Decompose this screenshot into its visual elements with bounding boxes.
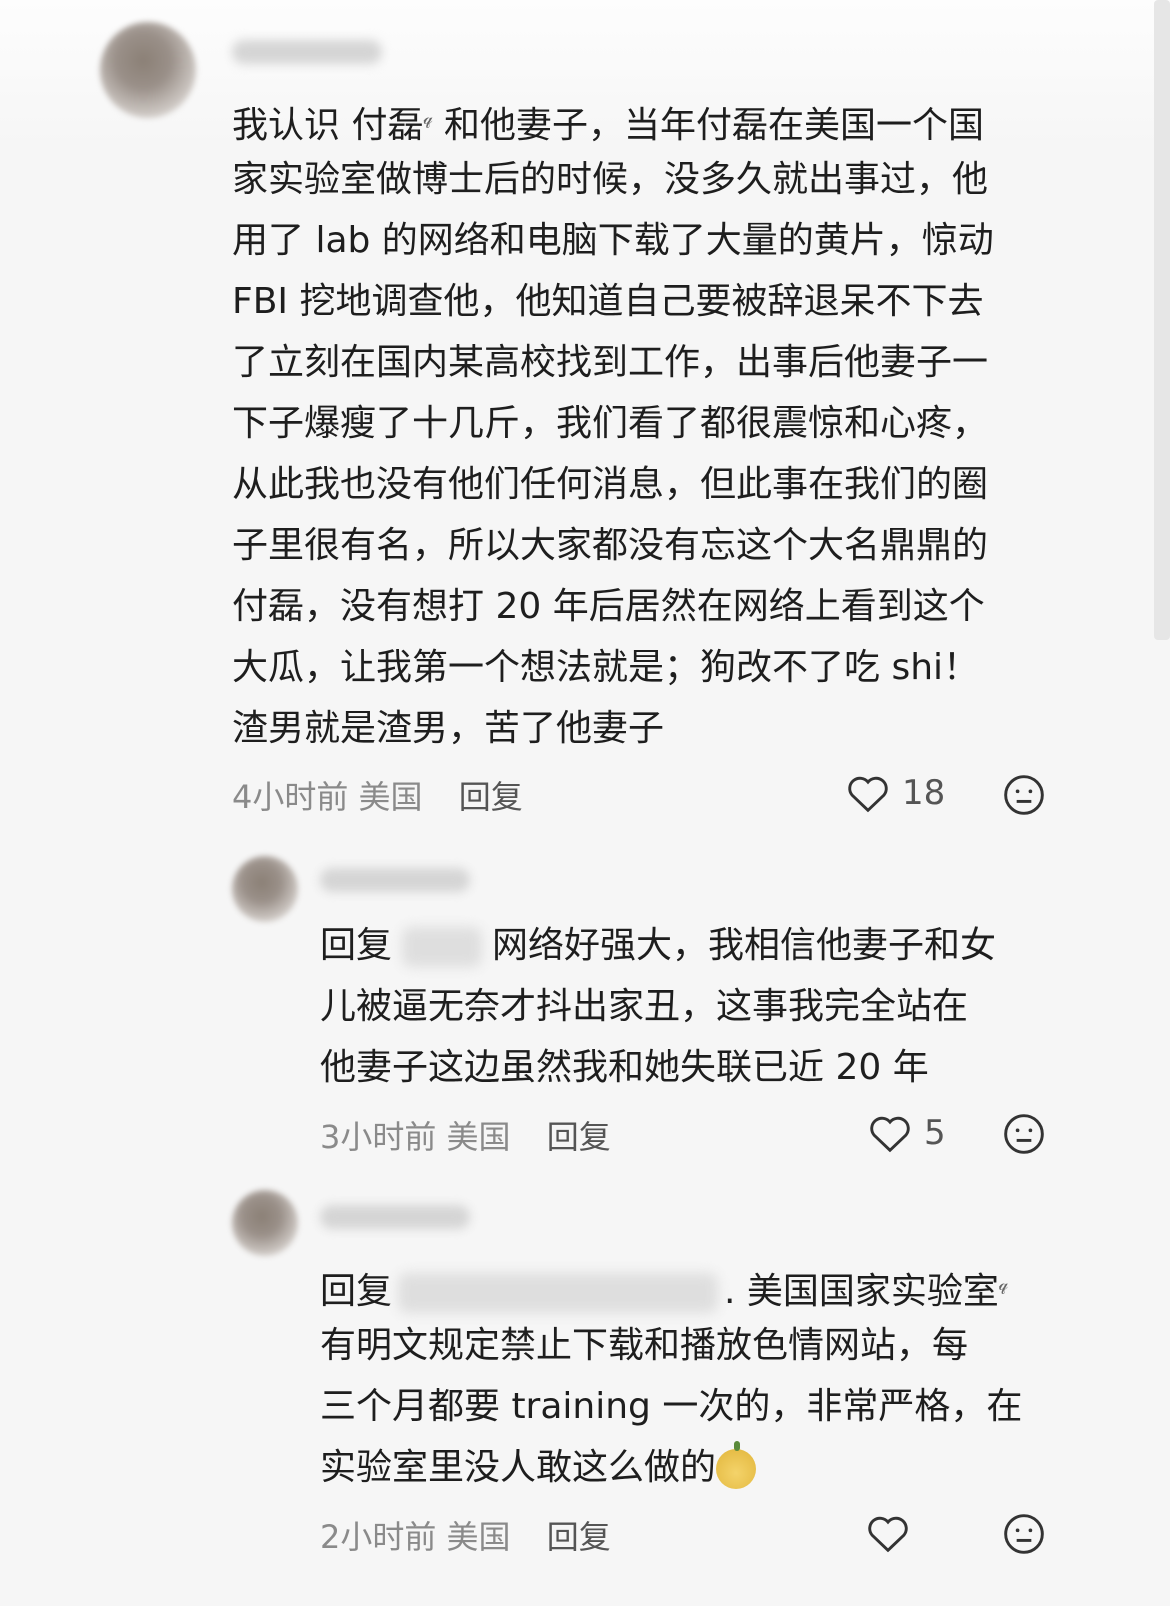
scrollbar[interactable] — [1154, 0, 1170, 640]
comment-line: 下子爆瘦了十几斤，我们看了都很震惊和心疼， — [232, 403, 989, 444]
comment-body: 我认识 付磊𝓆 和他妻子，当年付磊在美国一个国 家实验室做博士后的时候，没多久就… — [232, 88, 994, 759]
like-button[interactable] — [866, 1513, 922, 1553]
meh-face-icon[interactable] — [1002, 773, 1046, 817]
comment-meta: 3小时前 美国 回复 — [320, 1112, 611, 1158]
like-count: 5 — [924, 1113, 946, 1153]
comment-line: 付磊，没有想打 20 年后居然在网络上看到这个 — [232, 586, 985, 627]
comment-line: FBI 挖地调查他，他知道自己要被辞退呆不下去 — [232, 281, 984, 322]
like-button[interactable]: 18 — [846, 773, 945, 813]
mention-blur[interactable] — [402, 927, 483, 967]
avatar[interactable] — [100, 22, 196, 118]
heart-icon — [848, 776, 888, 813]
region: 美国 — [446, 1518, 511, 1556]
comment-line: 三个月都要 training 一次的，非常严格，在 — [320, 1386, 1023, 1427]
username[interactable] — [232, 40, 382, 64]
comment-line: 儿被逼无奈才抖出家丑，这事我完全站在 — [320, 986, 969, 1027]
avatar[interactable] — [232, 856, 298, 922]
comment-line: 家实验室做博士后的时候，没多久就出事过，他 — [232, 159, 989, 200]
avatar[interactable] — [232, 1190, 298, 1256]
comment-meta: 4小时前 美国 回复 — [232, 772, 523, 818]
comment-line: 了立刻在国内某高校找到工作，出事后他妻子一 — [232, 342, 989, 383]
heart-icon — [868, 1516, 908, 1553]
comment-line: 我认识 付磊𝓆 和他妻子，当年付磊在美国一个国 — [232, 105, 985, 146]
reply-button[interactable]: 回复 — [459, 778, 523, 816]
meh-face-icon[interactable] — [1002, 1112, 1046, 1156]
comment-meta: 2小时前 美国 回复 — [320, 1512, 611, 1558]
search-icon[interactable]: 𝓆 — [423, 108, 432, 129]
reply-button[interactable]: 回复 — [547, 1518, 611, 1556]
meh-face-icon[interactable] — [1002, 1512, 1046, 1556]
reply-body: 回复. 美国国家实验室𝓆 有明文规定禁止下载和播放色情网站，每 三个月都要 tr… — [320, 1254, 1022, 1498]
region: 美国 — [358, 778, 423, 816]
mention-blur[interactable] — [398, 1273, 719, 1313]
username[interactable] — [320, 1205, 470, 1229]
like-count: 18 — [902, 773, 946, 813]
search-icon[interactable]: 𝓆 — [999, 1274, 1008, 1295]
comment-line: 子里很有名，所以大家都没有忘这个大名鼎鼎的 — [232, 525, 989, 566]
heart-icon — [870, 1116, 910, 1153]
like-button[interactable]: 5 — [868, 1113, 946, 1153]
timestamp: 3小时前 — [320, 1118, 437, 1156]
pear-emoji-icon — [716, 1441, 757, 1489]
comment-line: 渣男就是渣男，苦了他妻子 — [232, 708, 665, 749]
comment-line: 有明文规定禁止下载和播放色情网站，每 — [320, 1325, 969, 1366]
username[interactable] — [320, 868, 470, 892]
comment-line: 回复 网络好强大，我相信他妻子和女 — [320, 925, 997, 967]
comment-line: 从此我也没有他们任何消息，但此事在我们的圈 — [232, 464, 989, 505]
timestamp: 2小时前 — [320, 1518, 437, 1556]
comment-line: 用了 lab 的网络和电脑下载了大量的黄片，惊动 — [232, 220, 994, 261]
comment-line: 他妻子这边虽然我和她失联已近 20 年 — [320, 1047, 929, 1088]
comment-line: 大瓜，让我第一个想法就是；狗改不了吃 shi！ — [232, 647, 980, 688]
reply-body: 回复 网络好强大，我相信他妻子和女 儿被逼无奈才抖出家丑，这事我完全站在 他妻子这… — [320, 915, 996, 1098]
comment-line: 实验室里没人敢这么做的 — [320, 1437, 1022, 1498]
comment-line: 回复. 美国国家实验室𝓆 — [320, 1271, 1009, 1313]
timestamp: 4小时前 — [232, 778, 349, 816]
reply-button[interactable]: 回复 — [547, 1118, 611, 1156]
region: 美国 — [446, 1118, 511, 1156]
